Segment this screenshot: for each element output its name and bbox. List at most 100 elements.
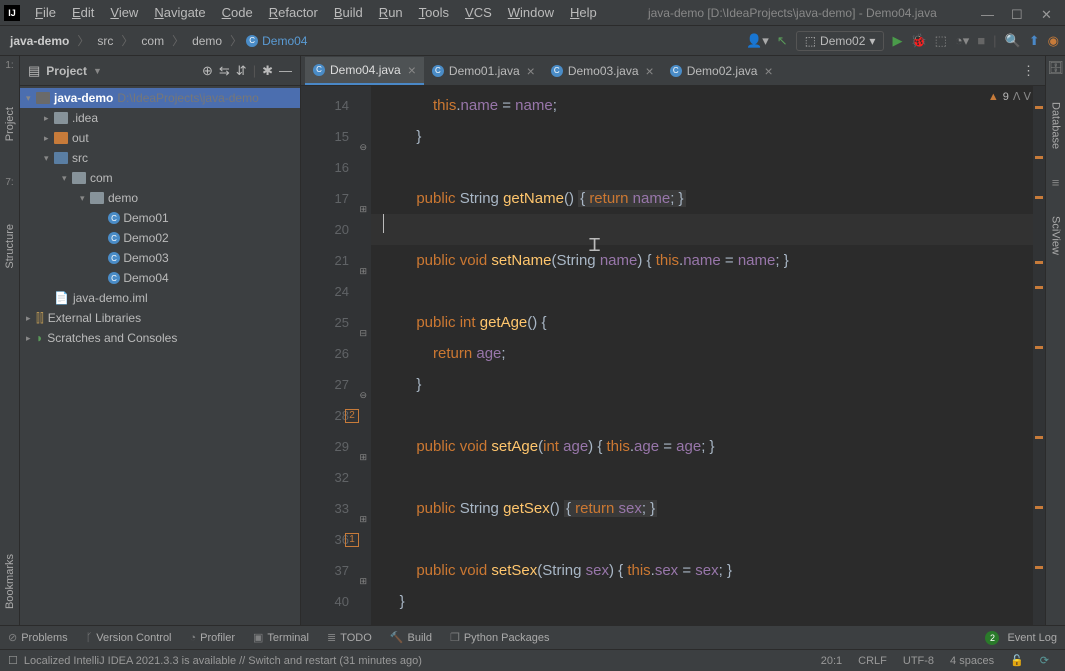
editor-tab[interactable]: CDemo03.java× xyxy=(543,58,662,84)
menu-run[interactable]: Run xyxy=(372,2,410,23)
fold-icon[interactable]: ⊞ xyxy=(357,194,367,204)
bookmarks-tool-tab[interactable]: Bookmarks xyxy=(2,548,18,615)
python-packages-button[interactable]: ❐Python Packages xyxy=(450,631,550,644)
tree-scratches[interactable]: ▸◗Scratches and Consoles xyxy=(20,328,300,348)
menu-file[interactable]: File xyxy=(28,2,63,23)
memory-icon[interactable]: ⟳ xyxy=(1032,654,1057,667)
terminal-button[interactable]: ▣Terminal xyxy=(253,631,309,644)
menu-code[interactable]: Code xyxy=(215,2,260,23)
tree-out[interactable]: ▸out xyxy=(20,128,300,148)
tree-root[interactable]: ▾java-demoD:\IdeaProjects\java-demo xyxy=(20,88,300,108)
sciview-tool-tab[interactable]: SciView xyxy=(1048,210,1064,261)
gutter[interactable]: 1415⊖1617⊞2021⊞2425⊟2627⊖28229⊞3233⊞3613… xyxy=(301,86,371,625)
tree-com[interactable]: ▾com xyxy=(20,168,300,188)
status-message[interactable]: Localized IntelliJ IDEA 2021.3.3 is avai… xyxy=(24,655,813,667)
editor-tab[interactable]: CDemo02.java× xyxy=(662,58,781,84)
breadcrumb-demo[interactable]: demo xyxy=(188,32,226,50)
close-icon[interactable]: ✕ xyxy=(1041,7,1053,19)
sync-icon[interactable]: ⬆ xyxy=(1029,33,1040,49)
version-control-button[interactable]: ᚴVersion Control xyxy=(86,632,172,644)
usage-badge[interactable]: 2 xyxy=(345,409,359,423)
indent-setting[interactable]: 4 spaces xyxy=(942,655,1002,667)
fold-icon[interactable]: ⊞ xyxy=(357,256,367,266)
maximize-icon[interactable]: ☐ xyxy=(1011,7,1023,19)
tree-class-demo01[interactable]: C Demo01 xyxy=(20,208,300,228)
expand-all-icon[interactable]: ⇆ xyxy=(219,63,230,79)
fold-icon[interactable]: ⊞ xyxy=(357,442,367,452)
error-stripe[interactable] xyxy=(1033,86,1045,625)
profiler-button[interactable]: ◔Profiler xyxy=(190,632,236,644)
database-icon[interactable]: 🗄 xyxy=(1047,60,1064,76)
menu-edit[interactable]: Edit xyxy=(65,2,101,23)
breadcrumb-com[interactable]: com xyxy=(137,32,168,50)
menu-build[interactable]: Build xyxy=(327,2,370,23)
stop-icon[interactable]: ■ xyxy=(977,33,985,48)
tree-demo[interactable]: ▾demo xyxy=(20,188,300,208)
coverage-icon[interactable]: ⬚ xyxy=(935,33,947,49)
add-config-icon[interactable]: 👤▾ xyxy=(746,33,769,49)
close-tab-icon[interactable]: × xyxy=(408,62,416,78)
build-button[interactable]: 🔨Build xyxy=(390,631,432,644)
fold-icon[interactable]: ⊞ xyxy=(357,566,367,576)
tree-class-demo04[interactable]: C Demo04 xyxy=(20,268,300,288)
editor-tab[interactable]: CDemo04.java× xyxy=(305,57,424,85)
sciview-icon[interactable]: ≡ xyxy=(1052,175,1060,190)
breadcrumb-project[interactable]: java-demo xyxy=(6,32,73,50)
tree-src[interactable]: ▾src xyxy=(20,148,300,168)
close-tab-icon[interactable]: × xyxy=(764,63,772,79)
tool-windows-icon[interactable]: ☐ xyxy=(8,654,18,667)
fold-icon[interactable]: ⊖ xyxy=(357,380,367,390)
select-opened-icon[interactable]: ⊕ xyxy=(202,63,213,79)
tree-iml[interactable]: 📄java-demo.iml xyxy=(20,288,300,308)
collapse-all-icon[interactable]: ⇵ xyxy=(236,63,247,79)
menu-view[interactable]: View xyxy=(103,2,145,23)
menu-tools[interactable]: Tools xyxy=(412,2,456,23)
run-icon[interactable]: ▶ xyxy=(892,33,902,49)
structure-tool-tab[interactable]: Structure xyxy=(2,218,18,275)
tree-ext-libs[interactable]: ▸⫿⫿External Libraries xyxy=(20,308,300,328)
structure-num-icon: 7: xyxy=(5,177,13,188)
tree-idea[interactable]: ▸.idea xyxy=(20,108,300,128)
run-config-select[interactable]: ⬚ Demo02 ▾ xyxy=(796,31,885,51)
search-icon[interactable]: 🔍 xyxy=(1005,33,1021,49)
profile-icon[interactable]: ◔▾ xyxy=(955,33,969,49)
editor-tab[interactable]: CDemo01.java× xyxy=(424,58,543,84)
hide-icon[interactable]: — xyxy=(279,63,292,78)
event-log-button[interactable]: 2Event Log xyxy=(985,631,1057,645)
line-separator[interactable]: CRLF xyxy=(850,655,895,667)
database-tool-tab[interactable]: Database xyxy=(1048,96,1064,155)
tabs-more-icon[interactable]: ⋮ xyxy=(1012,63,1045,79)
problems-button[interactable]: ⊘Problems xyxy=(8,631,68,644)
inspection-widget[interactable]: ▲9 ᐱ ᐯ xyxy=(988,90,1031,103)
project-tool-tab[interactable]: Project xyxy=(2,101,18,147)
close-tab-icon[interactable]: × xyxy=(646,63,654,79)
todo-button[interactable]: ≣TODO xyxy=(327,631,372,644)
settings-icon[interactable]: ✱ xyxy=(262,63,273,79)
fold-icon[interactable]: ⊖ xyxy=(357,132,367,142)
code-content[interactable]: this.name = name; } public String getNam… xyxy=(371,86,1033,625)
fold-icon[interactable]: ⊞ xyxy=(357,504,367,514)
menu-refactor[interactable]: Refactor xyxy=(262,2,325,23)
fold-icon[interactable]: ⊟ xyxy=(357,318,367,328)
breadcrumb[interactable]: java-demo〉 src〉 com〉 demo〉 CDemo04 xyxy=(6,32,307,50)
menu-vcs[interactable]: VCS xyxy=(458,2,499,23)
view-mode-dropdown[interactable]: ▼ xyxy=(93,66,102,76)
menu-help[interactable]: Help xyxy=(563,2,604,23)
usage-badge[interactable]: 1 xyxy=(345,533,359,547)
tree-class-demo02[interactable]: C Demo02 xyxy=(20,228,300,248)
minimize-icon[interactable]: — xyxy=(981,7,993,19)
project-tree[interactable]: ▾java-demoD:\IdeaProjects\java-demo ▸.id… xyxy=(20,86,300,625)
menu-window[interactable]: Window xyxy=(501,2,561,23)
caret-position[interactable]: 20:1 xyxy=(813,655,850,667)
close-tab-icon[interactable]: × xyxy=(527,63,535,79)
code-editor[interactable]: ▲9 ᐱ ᐯ 1415⊖1617⊞2021⊞2425⊟2627⊖28229⊞32… xyxy=(301,86,1045,625)
breadcrumb-src[interactable]: src xyxy=(93,32,117,50)
readonly-icon[interactable]: 🔓 xyxy=(1002,654,1032,667)
file-encoding[interactable]: UTF-8 xyxy=(895,655,942,667)
breadcrumb-class[interactable]: CDemo04 xyxy=(246,34,307,48)
ide-settings-icon[interactable]: ◉ xyxy=(1048,33,1059,49)
tree-class-demo03[interactable]: C Demo03 xyxy=(20,248,300,268)
debug-icon[interactable]: 🐞 xyxy=(910,33,926,49)
build-icon[interactable]: ↖ xyxy=(777,33,788,49)
menu-navigate[interactable]: Navigate xyxy=(147,2,212,23)
